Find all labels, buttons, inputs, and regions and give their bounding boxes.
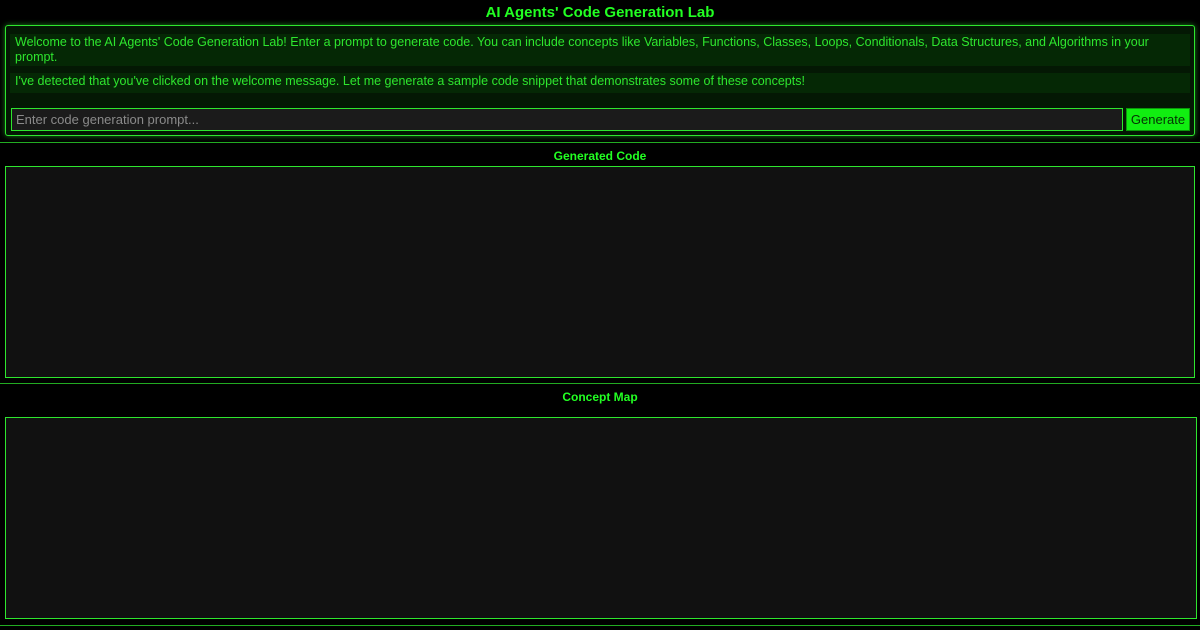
- divider: [0, 142, 1200, 143]
- generate-button[interactable]: Generate: [1126, 108, 1190, 131]
- generated-code-title: Generated Code: [553, 149, 647, 163]
- app-title: AI Agents' Code Generation Lab: [485, 4, 715, 21]
- app-root: AI Agents' Code Generation Lab Welcome t…: [0, 0, 1200, 630]
- welcome-message[interactable]: Welcome to the AI Agents' Code Generatio…: [10, 34, 1190, 66]
- divider: [0, 383, 1200, 384]
- concept-map-title: Concept Map: [562, 390, 638, 404]
- divider: [0, 625, 1200, 626]
- chat-panel: Welcome to the AI Agents' Code Generatio…: [5, 25, 1195, 136]
- concept-map-panel[interactable]: [5, 417, 1197, 619]
- prompt-input[interactable]: [11, 108, 1123, 131]
- assistant-message: I've detected that you've clicked on the…: [10, 73, 1190, 93]
- generated-code-panel[interactable]: [5, 166, 1195, 378]
